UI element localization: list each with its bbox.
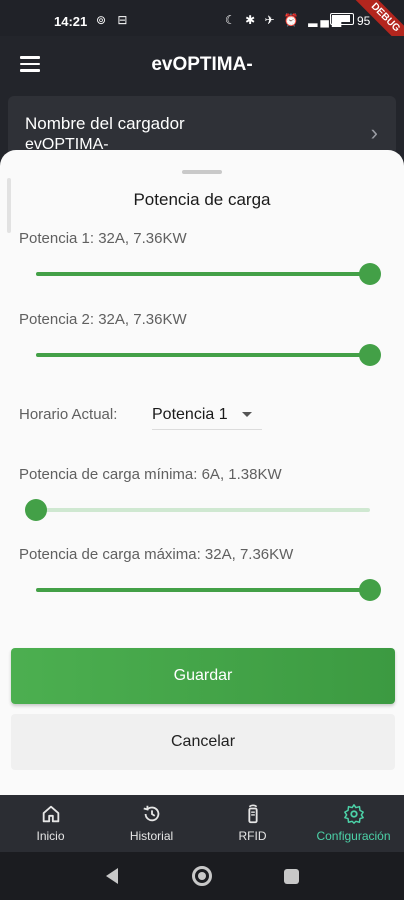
charging-power-sheet: Potencia de carga Potencia 1: 32A, 7.36K…	[0, 150, 404, 795]
history-icon	[143, 805, 159, 822]
recent-apps-icon[interactable]	[284, 869, 299, 884]
horario-dropdown[interactable]: Potencia 1	[152, 402, 262, 430]
min-power-label: Potencia de carga mínima: 6A, 1.38KW	[19, 466, 282, 483]
nav-item-inicio[interactable]: Inicio	[0, 795, 101, 852]
battery-icon	[330, 13, 354, 25]
nav-item-historial[interactable]: Historial	[101, 795, 202, 852]
slider-thumb[interactable]	[25, 499, 47, 521]
slider-thumb[interactable]	[359, 263, 381, 285]
system-status-icons: ☾ ✱ ✈ ⏰ ▂▄▆	[225, 13, 345, 27]
drag-handle[interactable]	[182, 170, 222, 174]
chevron-right-icon: ›	[370, 120, 378, 145]
horario-label: Horario Actual:	[19, 406, 118, 423]
status-bar: 14:21 ⊚ ⊟ ☾ ✱ ✈ ⏰ ▂▄▆ 95 DEBUG	[0, 0, 404, 56]
max-power-label: Potencia de carga máxima: 32A, 7.36KW	[19, 546, 294, 563]
nav-label: Inicio	[36, 829, 65, 843]
nav-label: Configuración	[316, 829, 391, 843]
nav-item-rfid[interactable]: RFID	[202, 795, 303, 852]
dropdown-arrow-icon	[242, 412, 252, 417]
app-title: evOPTIMA-	[151, 54, 253, 75]
notification-icons: ⊚ ⊟	[96, 13, 132, 27]
slider-active-track	[36, 353, 370, 357]
back-icon[interactable]	[106, 868, 118, 884]
rfid-icon	[247, 804, 258, 824]
slider-active-track	[36, 588, 370, 592]
min-power-slider[interactable]	[25, 499, 370, 521]
cancel-button[interactable]: Cancelar	[11, 714, 395, 770]
nav-label: Historial	[129, 829, 174, 843]
home-button-icon[interactable]	[192, 866, 212, 886]
home-icon	[42, 805, 59, 823]
sheet-title: Potencia de carga	[133, 190, 271, 209]
slider-thumb[interactable]	[359, 579, 381, 601]
power-1-slider[interactable]	[36, 263, 381, 285]
slider-active-track	[36, 272, 370, 276]
slider-thumb[interactable]	[359, 344, 381, 366]
power-1-label: Potencia 1: 32A, 7.36KW	[19, 230, 187, 247]
app-bar: evOPTIMA-	[0, 36, 404, 92]
app-screen: 14:21 ⊚ ⊟ ☾ ✱ ✈ ⏰ ▂▄▆ 95 DEBUG evOPTIMA-…	[0, 0, 404, 900]
power-2-label: Potencia 2: 32A, 7.36KW	[19, 311, 187, 328]
bottom-navigation: Inicio Historial RFID Configuración	[0, 795, 404, 852]
nav-item-configuracion[interactable]: Configuración	[303, 795, 404, 852]
save-button[interactable]: Guardar	[11, 648, 395, 704]
max-power-slider[interactable]	[36, 579, 381, 601]
system-navigation-bar	[0, 852, 404, 900]
status-time: 14:21	[54, 14, 88, 29]
power-2-slider[interactable]	[36, 344, 381, 366]
charger-name-label: Nombre del cargador	[25, 114, 185, 133]
battery-level: 95	[357, 14, 371, 28]
gear-icon	[343, 804, 364, 824]
nav-label: RFID	[238, 829, 267, 843]
horario-value: Potencia 1	[152, 406, 228, 423]
